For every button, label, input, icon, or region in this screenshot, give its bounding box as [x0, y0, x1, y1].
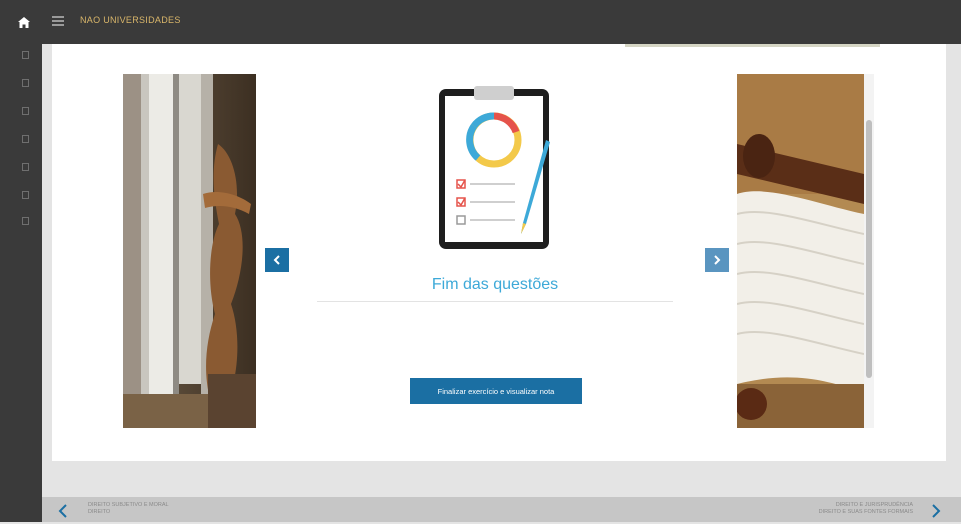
progress-strip — [625, 44, 880, 47]
footer-prev-button[interactable] — [56, 503, 70, 519]
sidebar-item-2[interactable] — [21, 79, 29, 87]
chevron-left-icon — [58, 504, 67, 518]
footer-prev-subtitle: DIREITO — [88, 509, 111, 515]
doc-icon — [21, 51, 29, 59]
footer-next-subtitle: DIREITO E SUAS FONTES FORMAIS — [818, 509, 913, 515]
doc-icon — [21, 163, 29, 171]
law-statue-image — [123, 74, 256, 428]
home-button[interactable] — [10, 8, 38, 36]
sidebar-item-5[interactable] — [21, 163, 29, 171]
home-icon — [18, 16, 30, 28]
chevron-right-icon — [932, 504, 941, 518]
hamburger-icon[interactable] — [52, 16, 64, 26]
gavel-book-image — [737, 74, 864, 428]
sidebar — [0, 44, 42, 522]
footer-prev-title: DIREITO SUBJETIVO E MORAL — [88, 502, 169, 508]
footer-next-label[interactable]: DIREITO E JURISPRUDÊNCIA DIREITO E SUAS … — [819, 502, 913, 516]
doc-icon — [21, 135, 29, 143]
footer-next-title: DIREITO E JURISPRUDÊNCIA — [835, 502, 913, 508]
sidebar-item-3[interactable] — [21, 107, 29, 115]
doc-icon — [21, 191, 29, 199]
prev-question-button[interactable] — [265, 248, 289, 272]
end-of-questions-title: Fim das questões — [431, 276, 559, 293]
chevron-left-icon — [273, 255, 280, 265]
doc-icon — [21, 79, 29, 87]
doc-icon — [21, 107, 29, 115]
next-question-button[interactable] — [705, 248, 729, 272]
sidebar-item-1[interactable] — [21, 51, 29, 59]
doc-icon — [21, 217, 29, 225]
sidebar-item-4[interactable] — [21, 135, 29, 143]
sidebar-item-6[interactable] — [21, 191, 29, 199]
sidebar-item-7[interactable] — [21, 217, 29, 225]
chevron-right-icon — [714, 255, 721, 265]
divider — [317, 301, 673, 302]
brand-title: NAO UNIVERSIDADES — [80, 15, 181, 25]
footer-next-button[interactable] — [929, 503, 943, 519]
finish-exercise-button[interactable]: Finalizar exercício e visualizar nota — [410, 378, 582, 404]
footer-prev-label[interactable]: DIREITO SUBJETIVO E MORAL DIREITO — [88, 502, 169, 516]
scrollbar-thumb[interactable] — [866, 120, 872, 378]
clipboard-illustration — [430, 84, 560, 254]
